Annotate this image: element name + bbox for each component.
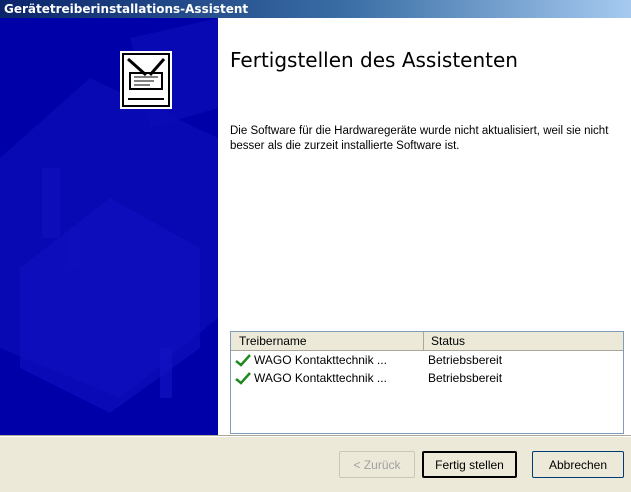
- driver-list[interactable]: Treibername Status WAGO Kontakttechnik .…: [230, 331, 624, 434]
- list-item[interactable]: WAGO Kontakttechnik ... Betriebsbereit: [231, 370, 623, 387]
- page-description: Die Software für die Hardwaregeräte wurd…: [230, 125, 609, 152]
- driver-name: WAGO Kontakttechnik ...: [254, 353, 387, 367]
- finish-button[interactable]: Fertig stellen: [422, 451, 517, 478]
- driver-name: WAGO Kontakttechnik ...: [254, 371, 387, 385]
- checkmark-icon: [235, 354, 251, 368]
- banner-graphic: [0, 18, 218, 435]
- cancel-button[interactable]: Abbrechen: [532, 451, 624, 478]
- driver-status: Betriebsbereit: [428, 371, 503, 385]
- title-bar: Gerätetreiberinstallations-Assistent: [0, 0, 631, 18]
- wizard-window: Gerätetreiberinstallations-Assistent Fer…: [0, 0, 631, 492]
- window-title: Gerätetreiberinstallations-Assistent: [4, 2, 249, 16]
- driver-name-cell: WAGO Kontakttechnik ...: [235, 352, 387, 369]
- checkmark-icon: [235, 372, 251, 386]
- driver-status: Betriebsbereit: [428, 353, 503, 367]
- footer-separator: [0, 435, 631, 437]
- column-header-driver-name[interactable]: Treibername: [231, 332, 424, 350]
- install-icon: [120, 51, 172, 109]
- list-header: Treibername Status: [231, 332, 623, 351]
- driver-name-cell: WAGO Kontakttechnik ...: [235, 370, 387, 387]
- wizard-banner: [0, 18, 218, 435]
- back-button[interactable]: < Zurück: [339, 451, 415, 478]
- wizard-content: Fertigstellen des Assistenten Die Softwa…: [0, 18, 631, 435]
- page-title: Fertigstellen des Assistenten: [230, 48, 518, 72]
- column-header-status[interactable]: Status: [425, 332, 623, 350]
- list-item[interactable]: WAGO Kontakttechnik ... Betriebsbereit: [231, 352, 623, 369]
